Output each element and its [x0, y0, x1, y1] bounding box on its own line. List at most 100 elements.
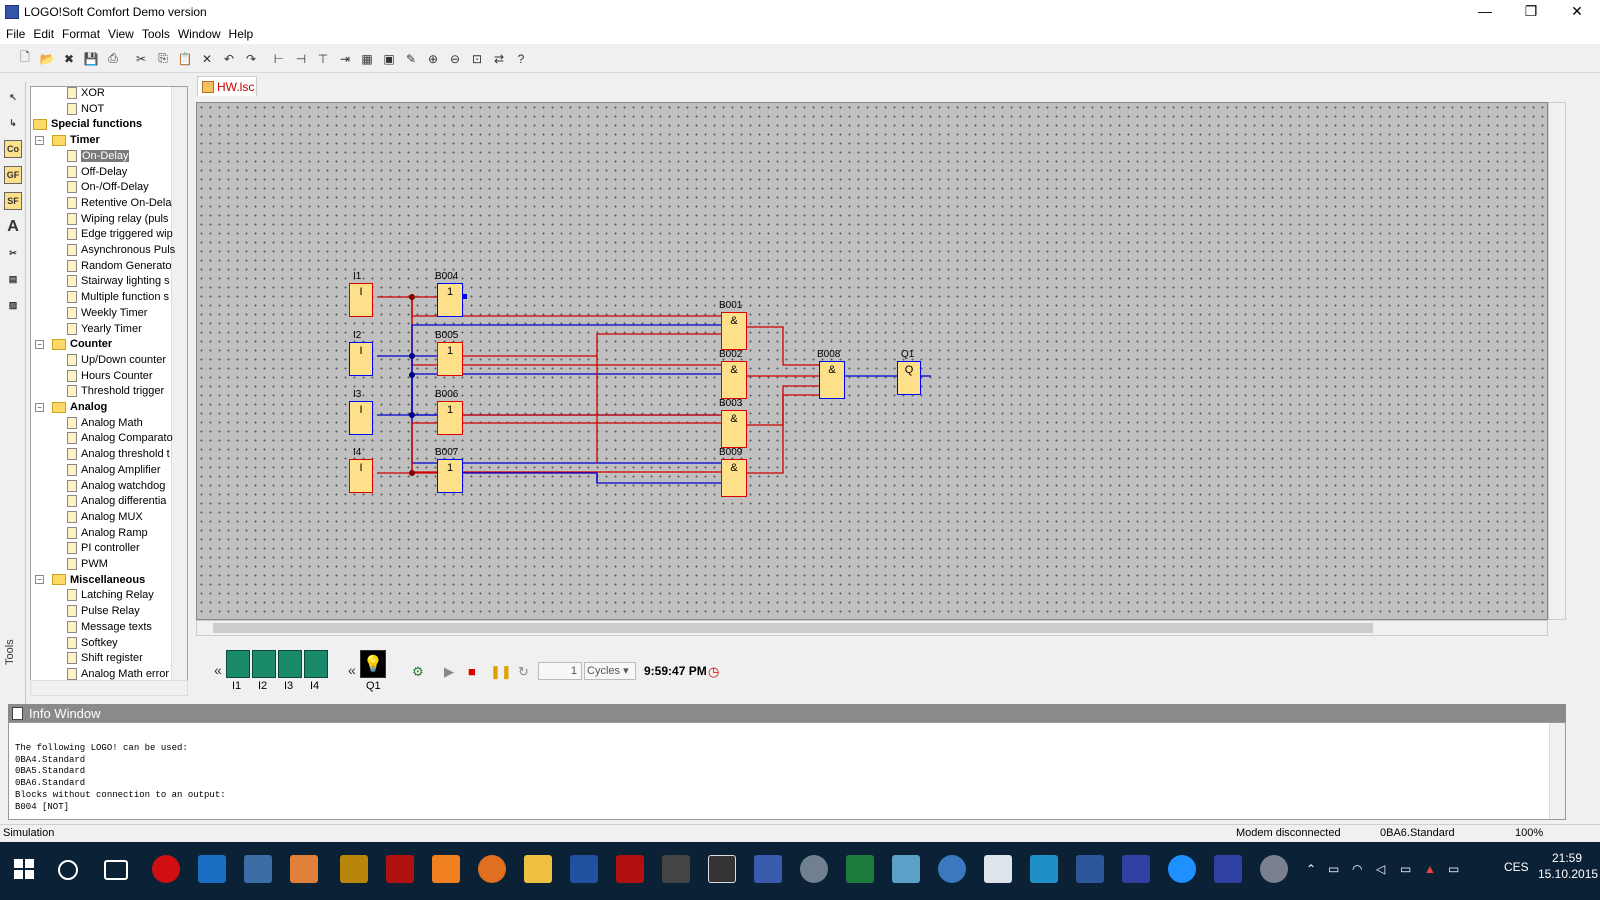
tree-item[interactable]: Analog Math	[67, 415, 143, 431]
input-switch-i2[interactable]	[252, 650, 276, 678]
tree-item[interactable]: Multiple function s	[67, 289, 169, 305]
function-block-b007[interactable]: 1	[437, 459, 463, 493]
tree-item[interactable]: NOT	[67, 101, 104, 117]
tree-horizontal-scrollbar[interactable]	[30, 680, 188, 696]
tree-item[interactable]: PWM	[67, 556, 108, 572]
battery-icon[interactable]: ▭	[1400, 862, 1411, 876]
app-icon[interactable]	[1030, 855, 1058, 883]
tree-item[interactable]: Analog Amplifier	[67, 462, 161, 478]
tree-item[interactable]: Analog MUX	[67, 509, 143, 525]
menu-help[interactable]: Help	[225, 27, 258, 41]
tree-item[interactable]: Yearly Timer	[67, 321, 142, 337]
function-block-b008[interactable]: &	[819, 361, 845, 399]
file-explorer-icon[interactable]	[524, 855, 552, 883]
clock-icon[interactable]: ◷	[708, 664, 719, 680]
function-block-b004[interactable]: 1	[437, 283, 463, 317]
tree-item[interactable]: On-Delay	[67, 148, 130, 164]
tree-item[interactable]: Analog differentia	[67, 493, 166, 509]
help-icon[interactable]: ?	[512, 50, 530, 68]
notifications-icon[interactable]: ▭	[1448, 862, 1459, 876]
pdf-icon[interactable]	[386, 855, 414, 883]
collapse-icon[interactable]: −	[35, 339, 44, 349]
minimize-button[interactable]: —	[1462, 0, 1508, 22]
grid-icon[interactable]: ▦	[358, 50, 376, 68]
menu-view[interactable]: View	[104, 27, 138, 41]
scroll-thumb[interactable]	[213, 623, 1373, 633]
tree-item[interactable]: Hours Counter	[67, 368, 153, 384]
logo-soft-icon[interactable]	[1122, 855, 1150, 883]
tree-item[interactable]: Softkey	[67, 635, 118, 651]
word-icon[interactable]	[1076, 855, 1104, 883]
collapse-icon[interactable]: −	[35, 135, 44, 145]
logo-soft-icon[interactable]	[1214, 855, 1242, 883]
network-app-icon[interactable]	[754, 855, 782, 883]
collapse-icon[interactable]: −	[35, 575, 44, 585]
diagram-canvas[interactable]: I1 I I2 I I3 I I4 I B004 1 B005 1 B006 1 B007 1 B001 & B00…	[196, 102, 1548, 620]
connect-icon[interactable]: ↳	[4, 114, 22, 132]
tree-item[interactable]: Pulse Relay	[67, 603, 140, 619]
menu-file[interactable]: File	[2, 27, 29, 41]
tree-item[interactable]: Threshold trigger	[67, 383, 164, 399]
app-icon[interactable]	[1260, 855, 1288, 883]
media-player-icon[interactable]	[290, 855, 318, 883]
blender-icon[interactable]	[478, 855, 506, 883]
tree-item[interactable]: Analog watchdog	[67, 478, 165, 494]
tray-chevron-icon[interactable]: ⌃	[1306, 862, 1316, 876]
pause-icon[interactable]: ❚❚	[490, 664, 512, 680]
function-block-b003[interactable]: &	[721, 410, 747, 448]
cut-connection-icon[interactable]: ✂	[4, 244, 22, 262]
tree-item[interactable]: Edge triggered wip	[67, 226, 173, 242]
collapse-inputs-icon[interactable]: «	[214, 662, 222, 678]
tree-item[interactable]: Analog Ramp	[67, 525, 148, 541]
special-functions-icon[interactable]: SF	[4, 192, 22, 210]
menu-window[interactable]: Window	[174, 27, 225, 41]
input-switch-i3[interactable]	[278, 650, 302, 678]
paste-icon[interactable]: 📋	[176, 50, 194, 68]
align-left-icon[interactable]: ⊢	[270, 50, 288, 68]
simulation-icon[interactable]: ▤	[4, 270, 22, 288]
app-icon[interactable]	[708, 855, 736, 883]
canvas-horizontal-scrollbar[interactable]	[196, 620, 1548, 636]
tree-item[interactable]: Up/Down counter	[67, 352, 166, 368]
simulate-network-icon[interactable]: ⚙	[412, 664, 424, 680]
basic-functions-icon[interactable]: GF	[4, 166, 22, 184]
menu-tools[interactable]: Tools	[138, 27, 174, 41]
function-block-i4[interactable]: I	[349, 459, 373, 493]
tree-item[interactable]: Analog Comparato	[67, 430, 173, 446]
close-file-icon[interactable]: ✖	[60, 50, 78, 68]
tree-folder[interactable]: Special functions	[33, 116, 142, 132]
tree-folder[interactable]: − Timer	[35, 132, 100, 148]
maximize-button[interactable]: ❐	[1508, 0, 1554, 22]
volume-icon[interactable]: ◁	[1376, 862, 1385, 876]
tree-item[interactable]: Wiping relay (puls	[67, 211, 168, 227]
excel-icon[interactable]	[846, 855, 874, 883]
search-icon[interactable]	[58, 860, 78, 880]
tree-item[interactable]: PI controller	[67, 540, 140, 556]
app-icon[interactable]	[340, 855, 368, 883]
function-block-b009[interactable]: &	[721, 459, 747, 497]
constants-icon[interactable]: Co	[4, 140, 22, 158]
online-test-icon[interactable]: ▨	[4, 296, 22, 314]
info-scrollbar[interactable]	[1549, 723, 1565, 819]
clock[interactable]: 21:59 15.10.2015	[1538, 850, 1598, 882]
stop-icon[interactable]: ■	[468, 664, 476, 679]
tree-item[interactable]: Latching Relay	[67, 587, 154, 603]
undo-icon[interactable]: ↶	[220, 50, 238, 68]
tree-item[interactable]: Message texts	[67, 619, 152, 635]
text-icon[interactable]: A	[4, 218, 22, 236]
function-block-b006[interactable]: 1	[437, 401, 463, 435]
split-icon[interactable]: ⇥	[336, 50, 354, 68]
new-file-icon[interactable]: 🗋	[16, 50, 34, 68]
calculator-icon[interactable]	[662, 855, 690, 883]
tree-item[interactable]: Retentive On-Dela	[67, 195, 172, 211]
cycles-input[interactable]: 1	[538, 662, 582, 680]
tree-item[interactable]: Analog threshold t	[67, 446, 170, 462]
tree-item[interactable]: Random Generato	[67, 258, 172, 274]
warning-icon[interactable]: ▲	[1424, 862, 1436, 876]
task-view-icon[interactable]	[104, 860, 128, 880]
save-icon[interactable]: 💾	[82, 50, 100, 68]
function-block-i1[interactable]: I	[349, 283, 373, 317]
close-button[interactable]: ✕	[1554, 0, 1600, 22]
redo-icon[interactable]: ↷	[242, 50, 260, 68]
language-indicator[interactable]: CES	[1504, 860, 1529, 874]
